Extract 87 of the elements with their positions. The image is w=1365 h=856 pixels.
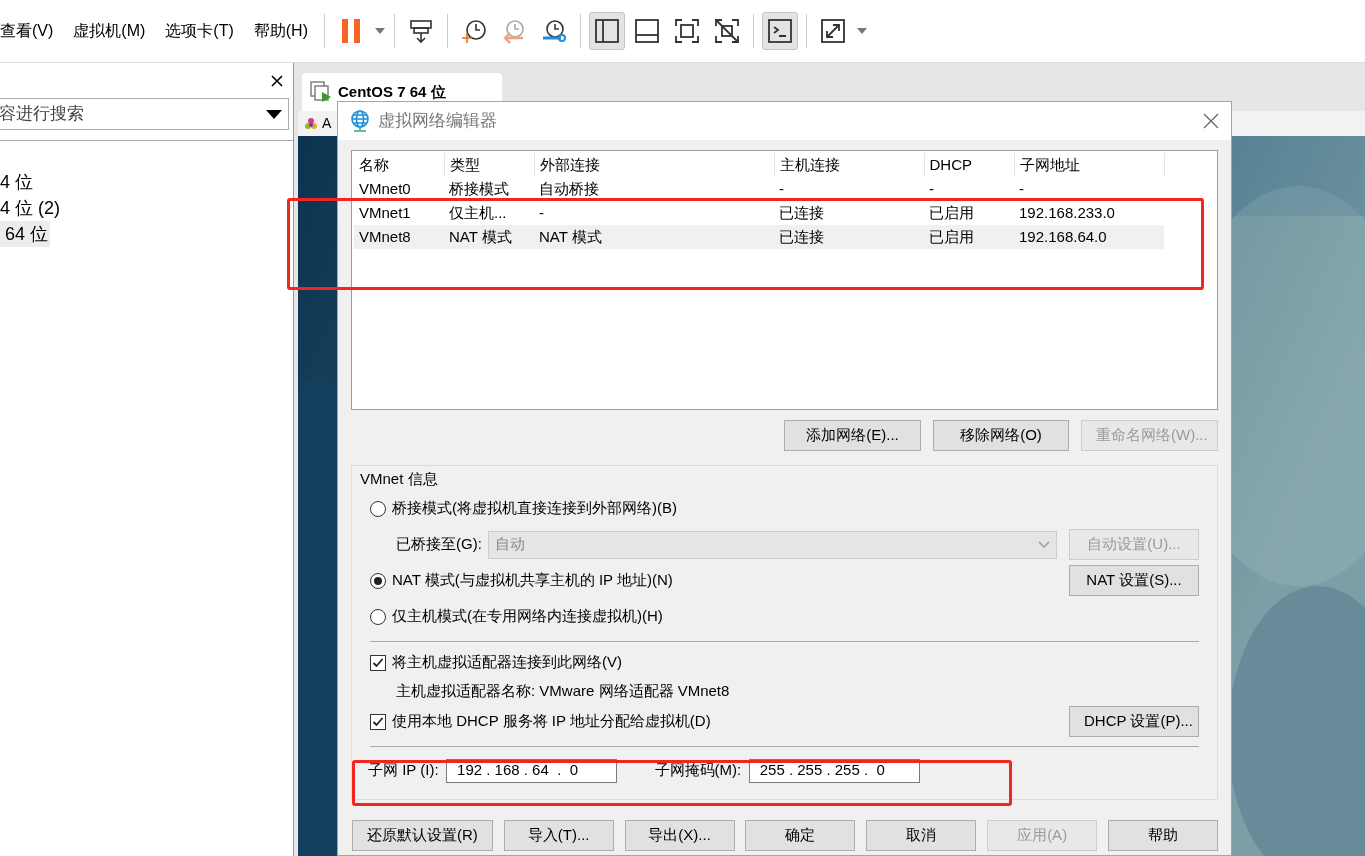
bottom-panel-icon bbox=[634, 18, 661, 44]
checkbox-label: 使用本地 DHCP 服务将 IP 地址分配给虚拟机(D) bbox=[392, 711, 711, 732]
radio-label: NAT 模式(与虚拟机共享主机的 IP 地址)(N) bbox=[392, 570, 673, 591]
dialog-button[interactable]: NAT 设置(S)... bbox=[1069, 565, 1199, 596]
menu-item[interactable]: 选项卡(T) bbox=[155, 19, 244, 43]
caret-icon bbox=[1038, 541, 1050, 548]
table-cell: 自动桥接 bbox=[534, 177, 774, 201]
column-header[interactable]: 主机连接 bbox=[774, 153, 924, 177]
table-cell: VMnet1 bbox=[354, 201, 444, 225]
pause-icon bbox=[339, 18, 362, 44]
radio-button[interactable] bbox=[370, 572, 386, 589]
field-label: 子网 IP (I): bbox=[368, 760, 439, 781]
radio-option[interactable]: 仅主机模式(在专用网络内连接虚拟机)(H) bbox=[370, 605, 1199, 628]
dropdown-value: 自动 bbox=[494, 534, 525, 555]
column-header[interactable]: 子网地址 bbox=[1014, 153, 1164, 177]
globe-icon bbox=[350, 110, 370, 132]
clock-wrench-icon bbox=[541, 18, 568, 44]
menu-item[interactable]: 查看(V) bbox=[0, 19, 64, 43]
split-panel-icon bbox=[594, 18, 621, 44]
caret-icon[interactable] bbox=[857, 28, 868, 34]
caret-icon[interactable] bbox=[374, 28, 385, 34]
close-icon[interactable] bbox=[271, 74, 283, 87]
radio-button[interactable] bbox=[370, 500, 386, 517]
column-header[interactable]: 外部连接 bbox=[534, 153, 774, 177]
field-label: 子网掩码(M): bbox=[654, 760, 742, 781]
dialog-button[interactable]: 取消 bbox=[866, 819, 977, 851]
dialog-button[interactable]: 还原默认设置(R) bbox=[352, 819, 493, 851]
checkbox-option[interactable]: 将主机虚拟适配器连接到此网络(V) bbox=[370, 651, 1199, 674]
library-item[interactable]: 64 位 bbox=[0, 221, 51, 247]
table-cell: NAT 模式 bbox=[534, 225, 774, 249]
resize-icon bbox=[820, 18, 847, 44]
table-cell: 已启用 bbox=[924, 225, 1014, 249]
dropdown-arrow-icon[interactable] bbox=[266, 109, 282, 119]
vm-toolbar-text: A bbox=[322, 114, 332, 133]
adapter-name-text: 主机虚拟适配器名称: VMware 网络适配器 VMnet8 bbox=[395, 680, 731, 701]
table-cell: VMnet8 bbox=[354, 225, 444, 249]
column-header[interactable]: 类型 bbox=[444, 153, 534, 177]
table-cell: NAT 模式 bbox=[444, 225, 534, 249]
menu-item[interactable]: 帮助(H) bbox=[243, 19, 318, 43]
table-cell: 桥接模式 bbox=[444, 177, 534, 201]
dialog-button[interactable]: 导出(X)... bbox=[624, 819, 735, 851]
table-cell: VMnet0 bbox=[354, 177, 444, 201]
table-cell: 已连接 bbox=[774, 201, 924, 225]
dialog-button[interactable]: 导入(T)... bbox=[503, 819, 614, 851]
radio-button[interactable] bbox=[370, 608, 386, 625]
radio-option[interactable]: 桥接模式(将虚拟机直接连接到外部网络)(B) bbox=[370, 497, 1199, 520]
fullscreen-icon bbox=[674, 18, 701, 44]
field-label: 已桥接至(G): bbox=[396, 534, 482, 555]
checkbox[interactable] bbox=[370, 654, 386, 671]
dialog-button[interactable]: 确定 bbox=[745, 819, 856, 851]
group-title: VMnet 信息 bbox=[360, 469, 439, 489]
table-cell: 192.168.64.0 bbox=[1014, 225, 1164, 249]
toolbar-button[interactable] bbox=[589, 12, 626, 50]
radio-option[interactable]: NAT 模式(与虚拟机共享主机的 IP 地址)(N) bbox=[370, 569, 1069, 592]
tab-label: CentOS 7 64 位 bbox=[338, 81, 446, 102]
menu-item[interactable]: 虚拟机(M) bbox=[63, 19, 156, 43]
checkbox-label: 将主机虚拟适配器连接到此网络(V) bbox=[392, 652, 622, 673]
crossed-square-icon bbox=[714, 18, 741, 44]
dialog-button[interactable]: 添加网络(E)... bbox=[784, 420, 921, 451]
table-cell: - bbox=[924, 177, 1014, 201]
column-header[interactable]: 名称 bbox=[354, 153, 444, 177]
radio-label: 桥接模式(将虚拟机直接连接到外部网络)(B) bbox=[392, 498, 677, 519]
keyboard-arrow-icon bbox=[408, 18, 435, 44]
table-cell: 192.168.233.0 bbox=[1014, 201, 1164, 225]
vm-play-icon bbox=[310, 81, 332, 103]
table-cell: - bbox=[774, 177, 924, 201]
search-field[interactable]: 容进行搜索 bbox=[0, 98, 289, 130]
library-item[interactable]: 4 位 (2) bbox=[0, 195, 62, 221]
colorful-app-icon bbox=[304, 116, 318, 131]
dialog-button[interactable]: DHCP 设置(P)... bbox=[1069, 706, 1199, 737]
checkbox-option[interactable]: 使用本地 DHCP 服务将 IP 地址分配给虚拟机(D) bbox=[370, 710, 1069, 733]
clock-plus-icon bbox=[461, 18, 488, 44]
library-item[interactable]: 4 位 bbox=[0, 169, 35, 195]
toolbar-button[interactable] bbox=[762, 12, 799, 50]
dialog-button[interactable]: 移除网络(O) bbox=[933, 420, 1069, 451]
table-cell: 已启用 bbox=[924, 201, 1014, 225]
dialog-button[interactable]: 帮助 bbox=[1108, 819, 1218, 851]
table-cell: - bbox=[1014, 177, 1164, 201]
dialog-title: 虚拟网络编辑器 bbox=[378, 110, 498, 133]
checkbox[interactable] bbox=[370, 713, 386, 730]
table-cell: 已连接 bbox=[774, 225, 924, 249]
terminal-icon bbox=[767, 18, 794, 44]
radio-label: 仅主机模式(在专用网络内连接虚拟机)(H) bbox=[392, 606, 663, 627]
table-cell: - bbox=[534, 201, 774, 225]
search-text: 容进行搜索 bbox=[0, 103, 84, 126]
column-header[interactable]: DHCP bbox=[924, 153, 1014, 177]
table-cell: 仅主机... bbox=[444, 201, 534, 225]
